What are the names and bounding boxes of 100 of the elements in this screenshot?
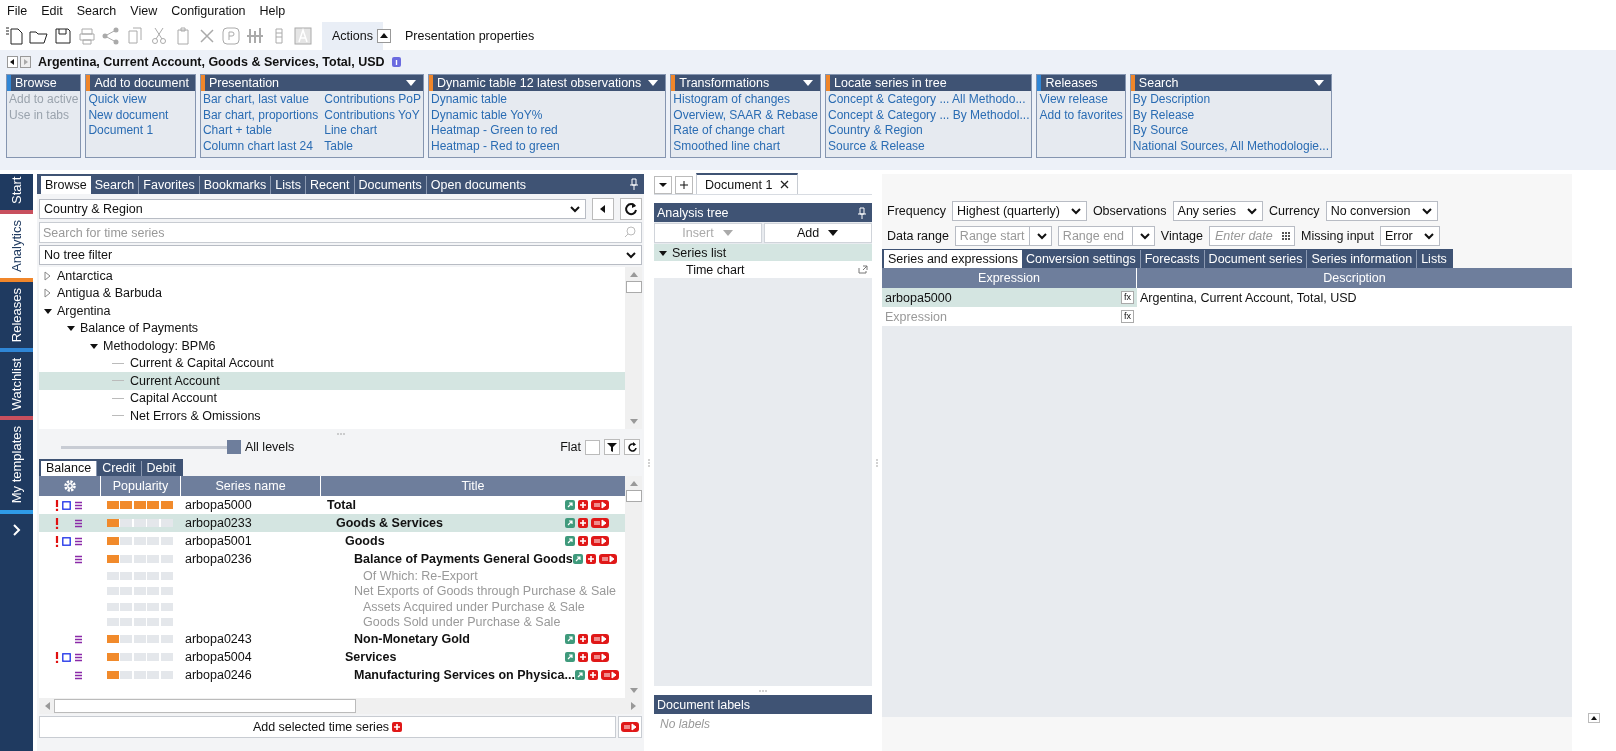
arrow-tag-icon[interactable] — [591, 500, 609, 510]
column-header[interactable]: Description — [1137, 268, 1572, 288]
action-link[interactable]: Concept & Category ... All Methodo... — [828, 92, 1030, 108]
flat-checkbox[interactable] — [585, 439, 600, 455]
scroll-thumb[interactable] — [54, 699, 356, 713]
action-link[interactable]: Column chart last 24 — [202, 138, 319, 154]
plus-icon[interactable] — [578, 500, 588, 510]
table-row[interactable]: arbopa0246 Manufacturing Services on Physica... — [39, 666, 625, 684]
browser-tab[interactable]: Browse — [41, 176, 91, 194]
tab-list-button[interactable] — [654, 176, 672, 194]
refresh-button[interactable] — [620, 198, 642, 220]
menu-item[interactable]: Configuration — [171, 4, 246, 18]
browser-tab[interactable]: Documents — [354, 176, 427, 194]
arrow-tag-icon[interactable] — [600, 670, 619, 680]
scroll-thumb[interactable] — [625, 490, 642, 502]
column-header[interactable]: Title — [321, 476, 625, 496]
menu-item[interactable]: View — [130, 4, 158, 18]
document-tab[interactable]: Document 1 — [696, 173, 799, 194]
tree-item[interactable]: Antigua & Barbuda — [39, 284, 625, 302]
tree-item[interactable]: Current & Capital Account — [39, 354, 625, 372]
collapse-ribbon-button[interactable] — [377, 29, 391, 43]
add-to-document-button[interactable] — [618, 716, 642, 738]
arrow-tag-icon[interactable] — [591, 536, 609, 546]
tree-item[interactable]: Antarctica — [39, 267, 625, 285]
tree-item[interactable]: Net Errors & Omissions — [39, 407, 625, 425]
action-link[interactable]: Heatmap - Green to red — [431, 123, 560, 139]
external-link-icon[interactable] — [574, 670, 585, 680]
table-row[interactable]: arbopa5000 fx Argentina, Current Account, Total, USD — [882, 288, 1572, 307]
action-link[interactable]: Heatmap - Red to green — [431, 138, 560, 154]
action-link[interactable]: Histogram of changes — [673, 92, 819, 108]
action-link[interactable]: Country & Region — [828, 123, 1030, 139]
setting-dropdown[interactable]: Highest (quarterly) — [952, 200, 1087, 221]
chevron-right-icon[interactable] — [11, 523, 22, 536]
action-link[interactable]: Concept & Category ... By Methodol... — [828, 107, 1030, 123]
sidebar-tab[interactable]: Watchlist — [0, 352, 33, 417]
action-link[interactable]: Quick view — [88, 92, 169, 108]
browser-tab[interactable]: Recent — [305, 176, 355, 194]
plus-icon[interactable] — [587, 670, 598, 680]
plus-icon[interactable] — [578, 652, 588, 662]
scroll-left-icon[interactable] — [43, 701, 51, 711]
scroll-up-icon[interactable] — [628, 270, 639, 278]
expand-button[interactable] — [1588, 713, 1600, 723]
action-link[interactable]: Rate of change chart — [673, 123, 819, 139]
tree-item[interactable]: Series list — [654, 244, 872, 261]
external-link-icon[interactable] — [565, 500, 575, 510]
pin-icon[interactable] — [858, 206, 866, 219]
new-tab-button[interactable] — [675, 176, 693, 194]
sidebar-tab[interactable]: Analytics — [0, 214, 33, 279]
calendar-icon[interactable] — [1281, 230, 1291, 240]
category-dropdown[interactable]: Country & Region — [39, 199, 586, 219]
scrollbar[interactable] — [39, 698, 642, 714]
refresh-button[interactable] — [624, 439, 640, 455]
scroll-down-icon[interactable] — [628, 687, 639, 695]
action-link[interactable]: By Description — [1132, 92, 1329, 108]
action-link[interactable]: Dynamic table YoY% — [431, 107, 560, 123]
plus-icon[interactable] — [585, 554, 596, 564]
browser-tab[interactable]: Lists — [271, 176, 306, 194]
range-field[interactable]: Range end — [1057, 225, 1132, 246]
action-link[interactable]: Line chart — [324, 123, 421, 139]
back-button[interactable] — [592, 198, 614, 220]
scrollbar[interactable] — [625, 267, 642, 429]
dropdown-arrow-icon[interactable] — [405, 79, 417, 87]
column-header[interactable]: Popularity — [101, 476, 181, 496]
dropdown-button[interactable] — [1131, 225, 1155, 246]
collapsed-triangle-icon[interactable] — [43, 288, 53, 299]
sidebar-tab[interactable]: My templates — [0, 420, 33, 510]
browser-tab[interactable]: Favorites — [139, 176, 200, 194]
menu-item[interactable]: Help — [259, 4, 286, 18]
popout-icon[interactable] — [858, 265, 868, 274]
menu-item[interactable]: Search — [76, 4, 117, 18]
date-field[interactable]: Enter date — [1209, 225, 1296, 246]
tree-item[interactable]: Methodology: BPM6 — [39, 337, 625, 355]
add-series-button[interactable]: Add selected time series — [39, 716, 616, 738]
collapsed-triangle-icon[interactable] — [43, 270, 53, 281]
table-row[interactable]: arbopa5000 Total — [39, 496, 625, 514]
sub-tab[interactable]: Balance — [41, 461, 98, 476]
action-link[interactable]: Smoothed line chart — [673, 138, 819, 154]
plus-icon[interactable] — [578, 634, 588, 644]
splitter-grip-icon[interactable] — [336, 432, 345, 435]
new-document-icon[interactable] — [5, 26, 25, 46]
dropdown-arrow-icon[interactable] — [1313, 79, 1325, 87]
action-link[interactable]: Dynamic table — [431, 92, 560, 108]
arrow-tag-icon[interactable] — [598, 554, 617, 564]
action-link[interactable]: Contributions YoY — [324, 107, 421, 123]
gear-icon[interactable] — [62, 479, 77, 493]
external-link-icon[interactable] — [565, 518, 575, 528]
ribbon-tab[interactable]: Actions — [322, 22, 383, 50]
action-link[interactable]: Bar chart, proportions — [202, 107, 319, 123]
plus-icon[interactable] — [578, 518, 588, 528]
table-row[interactable]: arbopa5001 Goods — [39, 532, 625, 550]
scroll-up-icon[interactable] — [628, 479, 639, 487]
action-link[interactable]: By Release — [1132, 107, 1329, 123]
arrow-tag-icon[interactable] — [591, 518, 609, 528]
table-row[interactable]: arbopa5004 Services — [39, 648, 625, 666]
tree-item[interactable]: Capital Account — [39, 389, 625, 407]
slider-thumb[interactable] — [227, 440, 241, 454]
plus-icon[interactable] — [578, 536, 588, 546]
sidebar-tab[interactable]: Releases — [0, 282, 33, 349]
action-link[interactable]: Source & Release — [828, 138, 1030, 154]
action-link[interactable]: Chart + table — [202, 123, 319, 139]
